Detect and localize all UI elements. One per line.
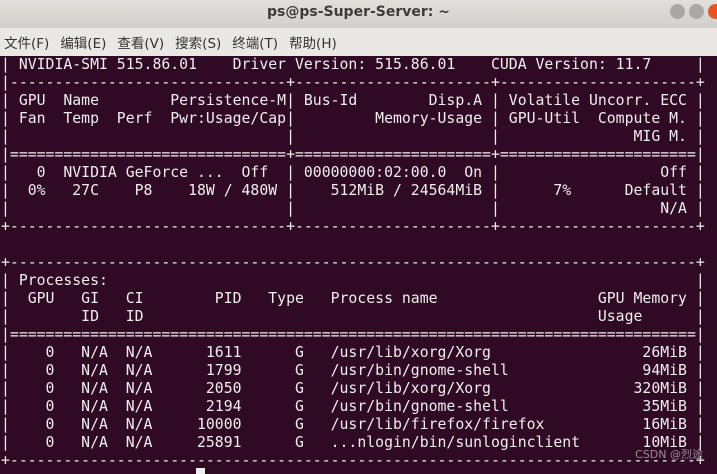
terminal-line: | 0 N/A N/A 10000 G /usr/lib/firefox/fir… (1, 416, 705, 433)
close-button[interactable] (708, 4, 717, 19)
watermark: CSDN @烈途 (635, 448, 703, 461)
menu-terminal[interactable]: 终端(T) (232, 32, 278, 52)
terminal-line: | 0 N/A N/A 25891 G ...nlogin/bin/sunlog… (1, 434, 705, 451)
terminal-line: +-------------------------------+-------… (1, 218, 705, 235)
terminal-line: | | | N/A | (1, 200, 705, 217)
terminal-line: | 0 N/A N/A 1799 G /usr/bin/gnome-shell … (1, 362, 705, 379)
terminal-line: | GPU Name Persistence-M| Bus-Id Disp.A … (1, 92, 705, 109)
menu-search[interactable]: 搜索(S) (175, 32, 221, 52)
terminal-line: | Processes: | (1, 272, 705, 289)
terminal-line: |-------------------------------+-------… (1, 74, 705, 91)
terminal-line: +---------------------------------------… (1, 254, 705, 271)
window-title: ps@ps-Super-Server: ~ (266, 4, 450, 20)
terminal-line: | 0 N/A N/A 2050 G /usr/lib/xorg/Xorg 32… (1, 380, 705, 397)
terminal-cursor (196, 468, 205, 474)
terminal-line: |===============================+=======… (1, 146, 705, 163)
menu-help[interactable]: 帮助(H) (289, 32, 337, 52)
terminal-line: +---------------------------------------… (1, 452, 705, 469)
terminal-line: | ID ID Usage | (1, 308, 705, 325)
window-controls (670, 4, 717, 19)
terminal-line: | 0 N/A N/A 2194 G /usr/bin/gnome-shell … (1, 398, 705, 415)
terminal-line: | Fan Temp Perf Pwr:Usage/Cap| Memory-Us… (1, 110, 705, 127)
maximize-button[interactable] (689, 4, 704, 19)
menu-bar: 文件(F) 编辑(E) 查看(V) 搜索(S) 终端(T) 帮助(H) (0, 28, 717, 57)
terminal-line: | 0 NVIDIA GeForce ... Off | 00000000:02… (1, 164, 705, 181)
menu-edit[interactable]: 编辑(E) (60, 32, 106, 52)
terminal-output[interactable]: | NVIDIA-SMI 515.86.01 Driver Version: 5… (0, 56, 717, 473)
minimize-button[interactable] (670, 4, 685, 19)
title-bar: ps@ps-Super-Server: ~ (0, 0, 717, 28)
menu-view[interactable]: 查看(V) (117, 32, 164, 52)
terminal-line: |=======================================… (1, 326, 705, 343)
terminal-line: | 0% 27C P8 18W / 480W | 512MiB / 24564M… (1, 182, 705, 199)
terminal-line: | GPU GI CI PID Type Process name GPU Me… (1, 290, 705, 307)
terminal-line: | NVIDIA-SMI 515.86.01 Driver Version: 5… (1, 56, 705, 73)
terminal-line: | | | MIG M. | (1, 128, 705, 145)
terminal-line: | 0 N/A N/A 1611 G /usr/lib/xorg/Xorg 26… (1, 344, 705, 361)
menu-file[interactable]: 文件(F) (4, 32, 49, 52)
